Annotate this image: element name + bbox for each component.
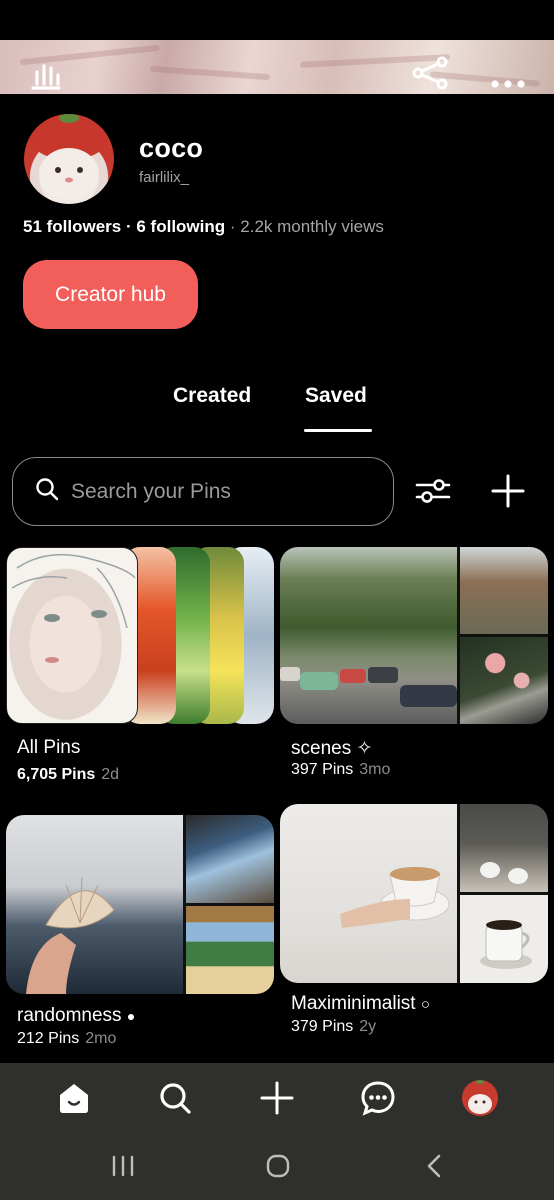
bottom-nav <box>0 1063 554 1133</box>
profile-stats: 51 followers · 6 following · 2.2k monthl… <box>23 217 384 237</box>
tab-selected-indicator <box>304 429 372 432</box>
board-title: All Pins <box>17 737 81 758</box>
secret-board-icon: ○ <box>420 996 430 1013</box>
board-all-pins[interactable]: All Pins 6,705 Pins 2d <box>6 547 274 783</box>
profile-avatar[interactable] <box>24 114 114 204</box>
board-pin-count: 397 Pins <box>291 761 354 778</box>
back-icon[interactable] <box>414 1148 454 1184</box>
profile-handle: fairlilix_ <box>139 169 190 186</box>
pin-thumb <box>460 547 548 634</box>
search-icon[interactable] <box>152 1075 198 1121</box>
search-icon <box>35 477 59 506</box>
pin-thumb <box>186 815 274 903</box>
tab-saved[interactable]: Saved <box>305 384 367 408</box>
pin-thumb <box>280 547 457 724</box>
board-title: randomness ● <box>17 1005 136 1026</box>
pin-thumb <box>186 906 274 994</box>
board-title: Maximinimalist ○ <box>291 993 430 1014</box>
tab-created[interactable]: Created <box>173 384 251 408</box>
board-age: 3mo <box>359 761 391 778</box>
create-icon[interactable] <box>254 1075 300 1121</box>
creator-hub-button[interactable]: Creator hub <box>23 260 198 329</box>
system-nav-bar <box>0 1133 554 1200</box>
pin-thumb <box>6 815 183 994</box>
more-icon[interactable] <box>486 40 530 94</box>
pin-thumb <box>460 637 548 724</box>
home-icon[interactable] <box>51 1075 97 1121</box>
followers-count[interactable]: 51 followers <box>23 217 121 236</box>
stats-separator: · <box>225 217 241 236</box>
home-button-icon[interactable] <box>258 1148 298 1184</box>
board-meta: 6,705 Pins 2d <box>17 766 119 784</box>
board-maximinimalist[interactable]: Maximinimalist ○ 379 Pins 2y <box>280 804 548 1035</box>
pin-thumb <box>6 547 138 724</box>
board-title: scenes ✧ <box>291 738 373 759</box>
board-cover <box>6 547 274 724</box>
board-cover <box>6 815 274 994</box>
cover-image <box>0 40 554 94</box>
board-meta: 379 Pins 2y <box>291 1018 376 1036</box>
stats-icon[interactable] <box>24 40 68 94</box>
profile-name: coco <box>139 133 204 163</box>
monthly-views: 2.2k monthly views <box>240 217 384 236</box>
board-cover <box>280 804 548 983</box>
profile-avatar[interactable] <box>457 1075 503 1121</box>
search-input[interactable]: Search your Pins <box>12 457 394 526</box>
board-age: 2d <box>101 766 120 783</box>
board-pin-count: 379 Pins <box>291 1018 354 1035</box>
pin-thumb <box>280 804 457 983</box>
filter-icon[interactable] <box>411 469 455 513</box>
search-placeholder: Search your Pins <box>71 479 231 503</box>
board-scenes[interactable]: scenes ✧ 397 Pins 3mo <box>280 547 548 778</box>
board-age: 2y <box>359 1018 377 1035</box>
add-icon[interactable] <box>486 469 530 513</box>
board-meta: 397 Pins 3mo <box>291 761 390 779</box>
following-count[interactable]: 6 following <box>136 217 225 236</box>
board-cover <box>280 547 548 724</box>
sparkle-icon: ✧ <box>356 738 373 759</box>
messages-icon[interactable] <box>355 1075 401 1121</box>
status-bar <box>0 0 554 40</box>
stats-separator: · <box>121 217 137 236</box>
board-meta: 212 Pins 2mo <box>17 1030 116 1048</box>
board-pin-count: 6,705 Pins <box>17 766 96 783</box>
board-pin-count: 212 Pins <box>17 1030 80 1047</box>
pin-thumb <box>460 804 548 892</box>
board-randomness[interactable]: randomness ● 212 Pins 2mo <box>6 815 274 1047</box>
recent-apps-icon[interactable] <box>103 1148 143 1184</box>
collaborator-dot-icon: ● <box>126 1008 136 1024</box>
pin-thumb <box>460 895 548 983</box>
board-age: 2mo <box>85 1030 117 1047</box>
share-icon[interactable] <box>408 40 452 94</box>
